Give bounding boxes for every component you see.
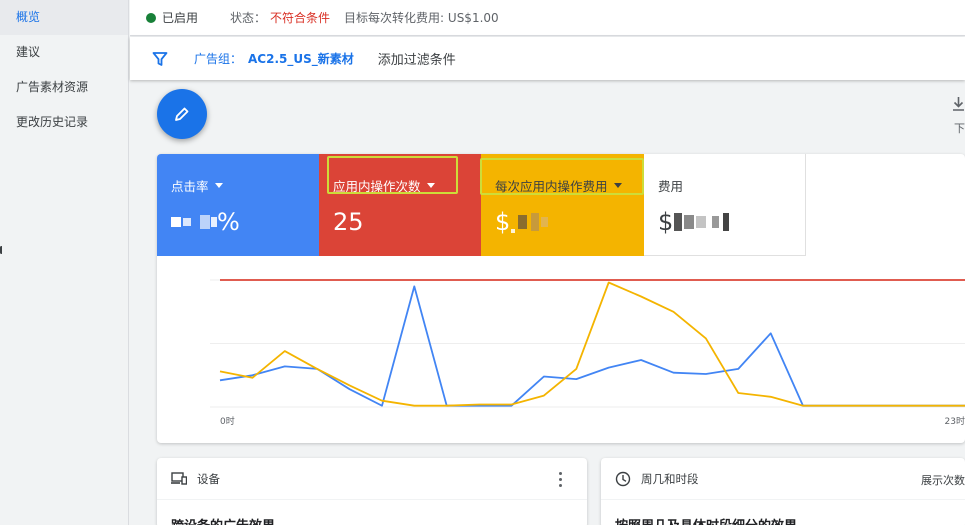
- sidebar: 概览 建议 广告素材资源 更改历史记录: [0, 0, 129, 525]
- metric-value-ctr: %: [171, 207, 319, 237]
- metric-label-cost[interactable]: 费用: [658, 176, 805, 195]
- impressions-metric-selector[interactable]: 展示次数: [921, 472, 965, 488]
- filter-chip-value[interactable]: AC2.5_US_新素材: [248, 50, 354, 67]
- redacted-pixel-block: [518, 215, 528, 229]
- metric-value-ctr-text: %: [217, 208, 240, 236]
- status-label: 状态：: [230, 11, 267, 25]
- devices-card-title: 设备: [197, 471, 220, 486]
- download-button[interactable]: 下: [952, 96, 965, 136]
- metric-value-cost-per-in-app-action-text: $: [495, 208, 511, 236]
- series-line-0: [219, 285, 965, 407]
- clock-icon: [615, 471, 631, 487]
- filter-chip-label[interactable]: 广告组：: [194, 50, 242, 67]
- redacted-pixel-block: [684, 215, 695, 229]
- dayparts-card: 周几和时段 展示次数 按照周几及具体时段细分的效果: [601, 458, 965, 525]
- metric-label-ctr[interactable]: 点击率: [171, 176, 319, 195]
- chart-grid: [210, 279, 965, 408]
- redacted-pixel-block: [171, 217, 181, 227]
- add-filter-button[interactable]: 添加过滤条件: [378, 49, 456, 68]
- redacted-pixel-block: [200, 215, 210, 229]
- highlight-box: [480, 158, 644, 195]
- line-chart: 0时 23时: [210, 279, 965, 427]
- filter-icon[interactable]: [152, 51, 168, 67]
- metric-value-cost-per-in-app-action: $: [495, 207, 644, 237]
- more-options-icon[interactable]: [559, 472, 563, 490]
- performance-chart-card: 点击率 % 应用内操作次数 25 每次应用内操作费用 $ 费用 $ 0时 23时: [157, 154, 965, 443]
- panel-resize-handle[interactable]: [0, 246, 3, 254]
- series-line-1: [219, 281, 965, 407]
- metric-card-ctr[interactable]: 点击率 %: [157, 154, 319, 256]
- filter-bar: 广告组： AC2.5_US_新素材 添加过滤条件: [130, 37, 965, 80]
- sidebar-item-change-history[interactable]: 更改历史记录: [0, 105, 128, 140]
- enabled-status-dot-icon: [146, 12, 156, 23]
- enabled-status-text[interactable]: 已启用: [162, 9, 198, 26]
- metric-value-in-app-actions: 25: [333, 208, 364, 236]
- chart-ticks: 0时 23时: [220, 415, 965, 427]
- download-label: 下: [954, 122, 965, 135]
- sidebar-item-recommendations[interactable]: 建议: [0, 35, 128, 70]
- metric-label-cost-text: 费用: [658, 179, 684, 194]
- dayparts-card-header: 周几和时段: [601, 458, 965, 500]
- redacted-pixel-block: [674, 213, 683, 231]
- x-tick-label-1: 23时: [945, 415, 965, 427]
- status-value[interactable]: 不符合条件: [270, 9, 330, 26]
- dayparts-card-title: 周几和时段: [641, 471, 699, 486]
- devices-card: 设备 跨设备的广告效果: [157, 458, 587, 525]
- metric-value-cost: $: [658, 207, 805, 237]
- chart-series: [219, 279, 965, 407]
- redacted-pixel-block: [723, 213, 730, 231]
- sidebar-item-assets[interactable]: 广告素材资源: [0, 70, 128, 105]
- caret-down-icon: [214, 183, 223, 188]
- redacted-pixel-block: [696, 216, 707, 228]
- x-tick-label-0: 0时: [220, 415, 235, 427]
- metric-label-ctr-text: 点击率: [171, 179, 209, 194]
- devices-card-header: 设备: [157, 458, 587, 500]
- target-cpa-text[interactable]: 目标每次转化费用: US$1.00: [344, 9, 499, 26]
- dayparts-card-subtitle: 按照周几及具体时段细分的效果: [601, 500, 965, 525]
- redacted-pixel-block: [531, 213, 540, 231]
- redacted-pixel-block: [712, 216, 720, 228]
- main-content: 已启用 状态： 不符合条件 目标每次转化费用: US$1.00 广告组： AC2…: [130, 0, 965, 525]
- highlight-box: [327, 156, 458, 194]
- redacted-pixel-block: [541, 217, 549, 227]
- redacted-pixel-block: [183, 218, 191, 226]
- pencil-icon: [175, 107, 189, 121]
- devices-card-subtitle: 跨设备的广告效果: [157, 500, 587, 525]
- edit-fab-button[interactable]: [157, 89, 207, 139]
- download-icon: [953, 97, 964, 111]
- devices-icon: [171, 472, 187, 485]
- status-bar: 已启用 状态： 不符合条件 目标每次转化费用: US$1.00: [130, 0, 965, 36]
- metric-card-cost[interactable]: 费用 $: [644, 154, 806, 256]
- sidebar-item-overview[interactable]: 概览: [0, 0, 128, 35]
- redacted-pixel-block: [511, 229, 516, 233]
- metric-value-cost-text: $: [658, 208, 674, 236]
